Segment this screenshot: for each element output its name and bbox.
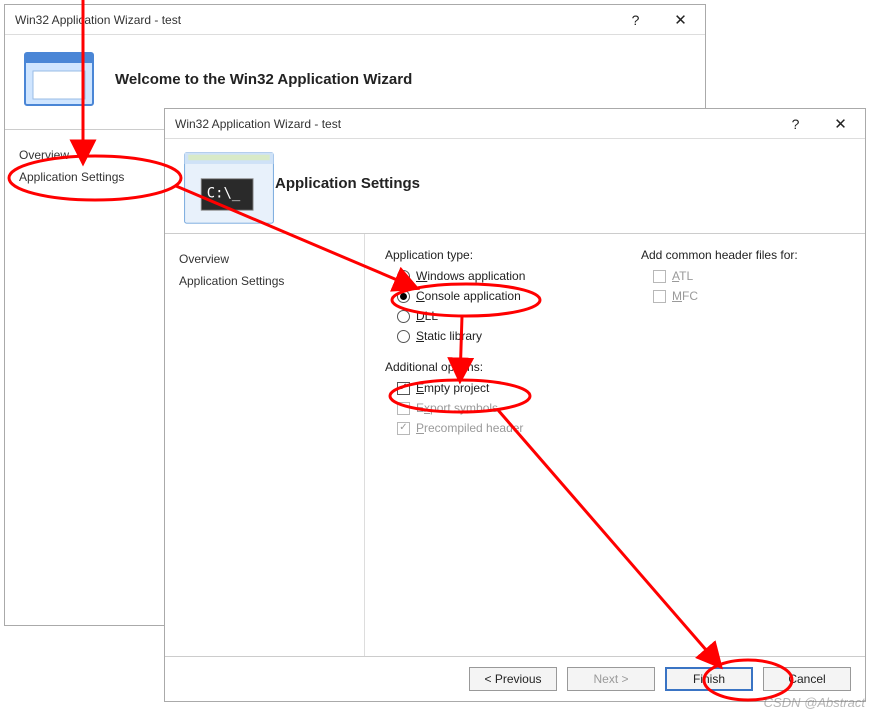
- sidebar-item-overview[interactable]: Overview: [17, 144, 162, 166]
- banner: C:\_ Application Settings: [165, 139, 865, 234]
- page-heading: Application Settings: [275, 175, 855, 192]
- finish-button[interactable]: Finish: [665, 667, 753, 691]
- additional-options-label: Additional options:: [385, 360, 595, 374]
- checkbox-icon: [397, 402, 410, 415]
- sidebar: Overview Application Settings: [165, 234, 365, 656]
- checkbox-label: Empty project: [416, 381, 489, 395]
- checkbox-icon: [653, 270, 666, 283]
- previous-button[interactable]: < Previous: [469, 667, 557, 691]
- footer-buttons: < Previous Next > Finish Cancel: [165, 656, 865, 701]
- wizard-settings-window: Win32 Application Wizard - test ? ✕ C:\_…: [164, 108, 866, 702]
- window-title: Win32 Application Wizard - test: [15, 13, 613, 27]
- sidebar: Overview Application Settings: [5, 130, 175, 625]
- check-mfc: MFC: [641, 286, 798, 306]
- sidebar-item-overview[interactable]: Overview: [177, 248, 352, 270]
- radio-windows-application[interactable]: Windows application: [385, 266, 595, 286]
- watermark: CSDN @Abstract: [764, 695, 865, 710]
- wizard-banner-icon: [19, 47, 99, 111]
- check-empty-project[interactable]: Empty project: [385, 378, 595, 398]
- radio-icon: [397, 270, 410, 283]
- checkbox-icon: [653, 290, 666, 303]
- titlebar: Win32 Application Wizard - test ? ✕: [5, 5, 705, 35]
- help-button[interactable]: ?: [613, 6, 658, 34]
- header-files-label: Add common header files for:: [641, 248, 798, 262]
- radio-dll[interactable]: DLL: [385, 306, 595, 326]
- titlebar: Win32 Application Wizard - test ? ✕: [165, 109, 865, 139]
- next-button: Next >: [567, 667, 655, 691]
- checkbox-label: ATL: [672, 269, 693, 283]
- radio-label: DLL: [416, 309, 438, 323]
- radio-label: Static library: [416, 329, 482, 343]
- radio-console-application[interactable]: Console application: [385, 286, 595, 306]
- checkbox-icon: [397, 382, 410, 395]
- page-heading: Welcome to the Win32 Application Wizard: [115, 71, 695, 88]
- check-export-symbols: Export symbols: [385, 398, 595, 418]
- checkbox-label: Precompiled header: [416, 421, 523, 435]
- radio-label: Windows application: [416, 269, 525, 283]
- radio-icon: [397, 330, 410, 343]
- console-banner-icon: C:\_: [179, 151, 259, 215]
- checkbox-label: Export symbols: [416, 401, 498, 415]
- help-button[interactable]: ?: [773, 110, 818, 138]
- close-button[interactable]: ✕: [658, 6, 703, 34]
- radio-static-library[interactable]: Static library: [385, 326, 595, 346]
- svg-text:C:\_: C:\_: [207, 185, 241, 201]
- content-area: Application type: Windows application Co…: [365, 234, 865, 656]
- app-type-label: Application type:: [385, 248, 595, 262]
- radio-icon: [397, 290, 410, 303]
- check-precompiled-header: Precompiled header: [385, 418, 595, 438]
- check-atl: ATL: [641, 266, 798, 286]
- sidebar-item-app-settings[interactable]: Application Settings: [17, 166, 162, 188]
- radio-label: Console application: [416, 289, 521, 303]
- checkbox-label: MFC: [672, 289, 698, 303]
- window-title: Win32 Application Wizard - test: [175, 117, 773, 131]
- checkbox-icon: [397, 422, 410, 435]
- close-button[interactable]: ✕: [818, 110, 863, 138]
- radio-icon: [397, 310, 410, 323]
- sidebar-item-app-settings[interactable]: Application Settings: [177, 270, 352, 292]
- cancel-button[interactable]: Cancel: [763, 667, 851, 691]
